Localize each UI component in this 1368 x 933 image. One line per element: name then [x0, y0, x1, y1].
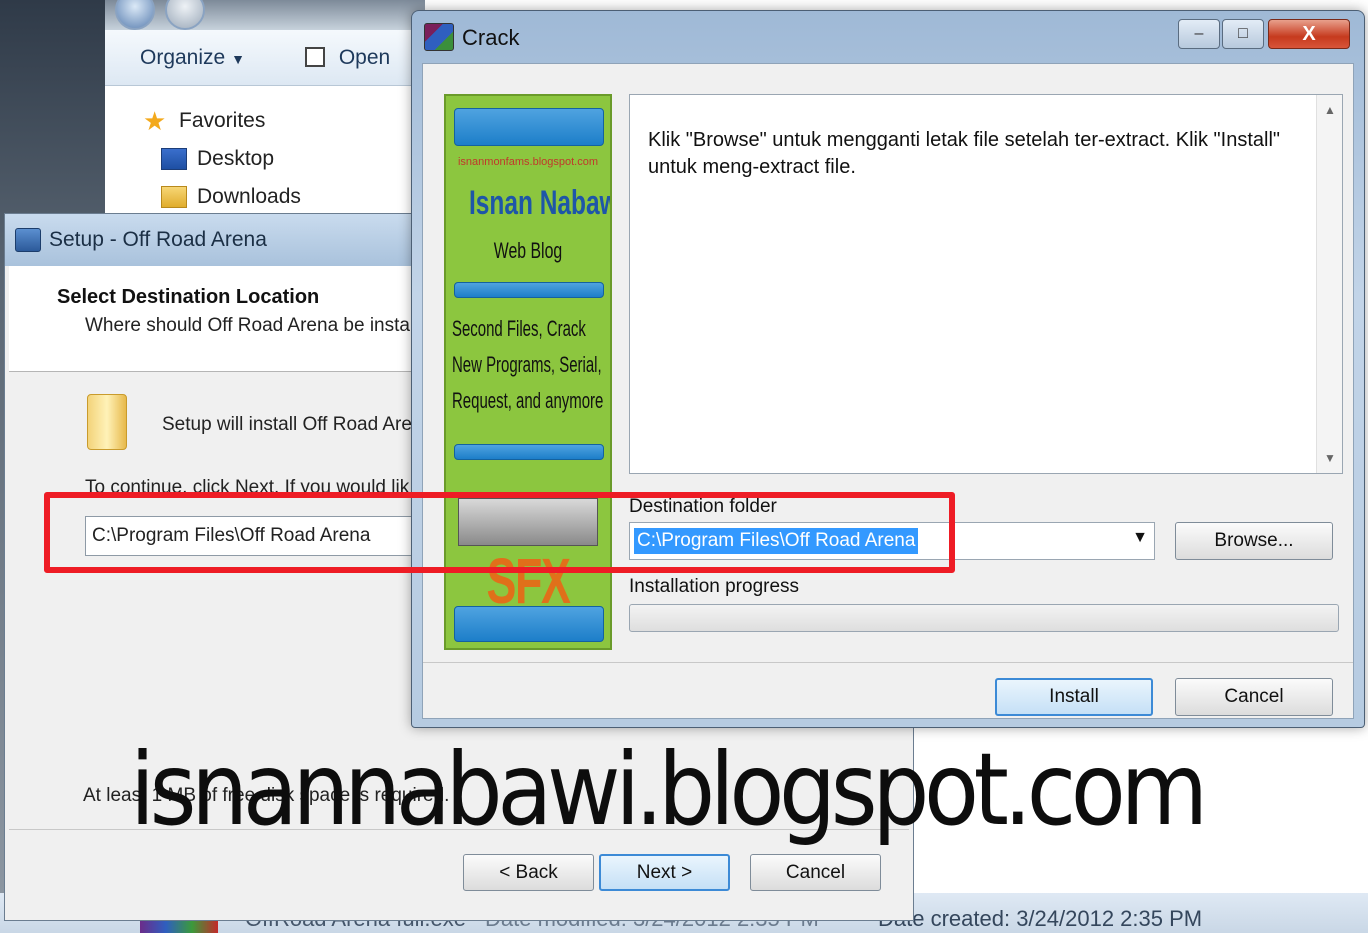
organize-label: Organize [140, 46, 226, 69]
details-date-created: Date created: 3/24/2012 2:35 PM [878, 906, 1203, 931]
open-label: Open [338, 46, 391, 69]
info-scrollbar[interactable]: ▲ ▼ [1316, 95, 1342, 473]
setup-page-subheading: Where should Off Road Arena be insta [85, 315, 410, 336]
banner-blue-bar [454, 606, 604, 642]
organize-button[interactable]: Organize ▼ [140, 46, 245, 70]
banner-tagline: Request, and anymore [452, 388, 604, 413]
crack-divider [423, 662, 1353, 663]
setup-page-heading: Select Destination Location [57, 286, 320, 308]
explorer-nav-pane: ★ Favorites Desktop Downloads [105, 86, 425, 226]
banner-blog-label: Web Blog [493, 238, 563, 263]
banner-tagline: New Programs, Serial, [452, 352, 602, 377]
banner-tagline: Second Files, Crack [452, 316, 586, 341]
banner-name: Isnan Nabawi [468, 184, 612, 222]
nav-item-favorites[interactable]: ★ Favorites [143, 106, 265, 136]
banner-blue-bar [454, 108, 604, 146]
installation-progress-label: Installation progress [629, 576, 800, 597]
install-button[interactable]: Install [995, 678, 1153, 716]
star-icon: ★ [143, 106, 167, 136]
scroll-up-icon[interactable]: ▲ [1317, 99, 1343, 121]
crack-window: Crack – □ X isnanmonfams.blogspot.com Is… [411, 10, 1365, 728]
setup-continue-text: To continue, click Next. If you would li… [85, 477, 410, 498]
destination-folder-combobox[interactable]: C:\Program Files\Off Road Arena ▼ [629, 522, 1155, 560]
destination-folder-label: Destination folder [629, 496, 777, 517]
sfx-info-text: Klik "Browse" untuk mengganti letak file… [648, 129, 1281, 178]
destination-folder-value: C:\Program Files\Off Road Arena [634, 528, 919, 554]
setup-install-text: Setup will install Off Road Are [162, 414, 412, 435]
banner-url: isnanmonfams.blogspot.com [457, 156, 598, 168]
next-button[interactable]: Next > [599, 854, 730, 891]
nav-item-label: Downloads [197, 185, 301, 208]
minimize-button[interactable]: – [1178, 19, 1220, 49]
explorer-command-bar: Organize ▼ Open [105, 30, 425, 86]
browse-button[interactable]: Browse... [1175, 522, 1333, 560]
back-button[interactable]: < Back [463, 854, 594, 891]
downloads-folder-icon [161, 186, 187, 208]
nav-item-label: Desktop [197, 147, 275, 170]
winrar-sfx-icon [424, 23, 454, 51]
folder-icon [87, 394, 127, 450]
sfx-info-textbox[interactable]: Klik "Browse" untuk mengganti letak file… [629, 94, 1343, 474]
sfx-banner-image: isnanmonfams.blogspot.com Isnan Nabawi W… [444, 94, 612, 650]
close-button[interactable]: X [1268, 19, 1350, 49]
desktop-icon [161, 148, 187, 170]
crack-window-title: Crack [462, 25, 520, 50]
nav-item-desktop[interactable]: Desktop [161, 144, 274, 174]
banner-blue-bar [454, 444, 604, 460]
open-icon [305, 47, 325, 67]
crack-client-area: isnanmonfams.blogspot.com Isnan Nabawi W… [422, 63, 1354, 719]
installation-progress-bar [629, 604, 1339, 632]
blog-watermark: isnannabawi.blogspot.com [130, 731, 1208, 848]
scroll-down-icon[interactable]: ▼ [1317, 447, 1343, 469]
open-button[interactable]: Open [305, 46, 390, 70]
maximize-button[interactable]: □ [1222, 19, 1264, 49]
chevron-down-icon: ▼ [231, 51, 245, 67]
crack-cancel-button[interactable]: Cancel [1175, 678, 1333, 716]
chevron-down-icon[interactable]: ▼ [1132, 529, 1148, 547]
setup-app-icon [15, 228, 41, 252]
winrar-logo-image [458, 498, 598, 546]
setup-window-title: Setup - Off Road Arena [49, 228, 267, 251]
nav-item-downloads[interactable]: Downloads [161, 182, 301, 212]
setup-cancel-button[interactable]: Cancel [750, 854, 881, 891]
nav-item-label: Favorites [179, 109, 266, 132]
banner-blue-bar [454, 282, 604, 298]
